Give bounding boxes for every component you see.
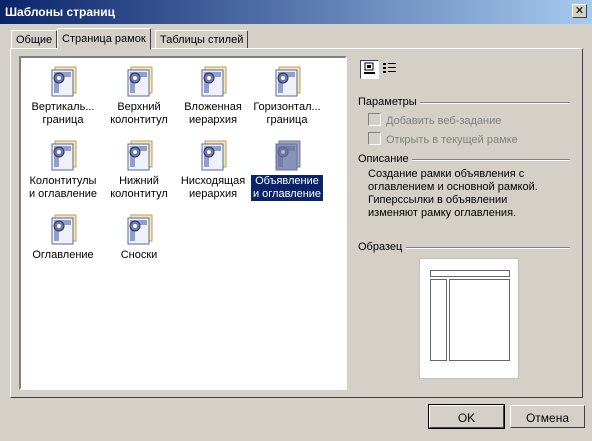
template-label: Вложенная иерархия xyxy=(184,101,242,126)
large-icons-view-button[interactable] xyxy=(360,60,379,79)
frame-page-icon xyxy=(275,140,301,171)
frame-page-icon xyxy=(51,66,77,97)
params-title: Параметры xyxy=(358,96,417,108)
close-button[interactable]: ✕ xyxy=(572,4,587,18)
template-label: Верхний колонтитул xyxy=(110,101,168,126)
template-list[interactable]: Вертикаль... граница Верхний колонтитул Вл… xyxy=(19,56,347,390)
open-in-frame-checkbox[interactable]: Открыть в текущей рамке xyxy=(368,132,518,146)
list-view-button[interactable] xyxy=(381,60,400,79)
template-item[interactable]: Сноски xyxy=(101,212,177,262)
params-divider xyxy=(420,102,570,104)
frame-page-icon xyxy=(201,140,227,171)
large-icons-view-icon xyxy=(364,62,375,74)
template-label: Колонтитулы и оглавление xyxy=(28,175,98,200)
ok-button[interactable]: OK xyxy=(428,404,505,429)
add-web-task-label: Добавить веб-задание xyxy=(386,115,502,127)
preview-toc-frame xyxy=(430,279,447,361)
frame-page-icon xyxy=(127,214,153,245)
window-title: Шаблоны страниц xyxy=(5,5,116,19)
tab-general[interactable]: Общие xyxy=(11,30,58,49)
template-label: Оглавление xyxy=(32,249,94,261)
frame-page-icon xyxy=(275,66,301,97)
template-label: Горизонтал... граница xyxy=(253,101,321,126)
template-item-selected[interactable]: Объявление и оглавление xyxy=(249,138,325,201)
description-text: Создание рамки объявления с оглавлением … xyxy=(368,168,538,219)
preview-main-frame xyxy=(449,279,510,361)
frame-page-icon xyxy=(51,140,77,171)
template-item[interactable]: Оглавление xyxy=(25,212,101,262)
template-label: Нисходящая иерархия xyxy=(180,175,246,200)
frame-page-icon xyxy=(51,214,77,245)
template-item[interactable]: Нисходящая иерархия xyxy=(175,138,251,201)
tab-style-sheets[interactable]: Таблицы стилей xyxy=(155,30,249,49)
frame-page-icon xyxy=(127,140,153,171)
template-item[interactable]: Вертикаль... граница xyxy=(25,64,101,127)
description-title: Описание xyxy=(358,153,409,165)
template-label: Нижний колонтитул xyxy=(110,175,168,200)
template-item[interactable]: Верхний колонтитул xyxy=(101,64,177,127)
template-item[interactable]: Колонтитулы и оглавление xyxy=(25,138,101,201)
sample-title: Образец xyxy=(358,241,403,253)
frame-page-icon xyxy=(127,66,153,97)
checkbox-box xyxy=(368,113,381,126)
description-divider xyxy=(412,159,570,161)
template-label: Сноски xyxy=(120,249,158,261)
template-item[interactable]: Нижний колонтитул xyxy=(101,138,177,201)
template-item[interactable]: Горизонтал... граница xyxy=(249,64,325,127)
template-label: Вертикаль... граница xyxy=(31,101,95,126)
title-bar: Шаблоны страниц ✕ xyxy=(0,0,592,24)
cancel-button[interactable]: Отмена xyxy=(510,405,585,428)
list-view-icon xyxy=(383,63,396,73)
sample-preview xyxy=(419,258,519,379)
checkbox-box xyxy=(368,132,381,145)
template-label: Объявление и оглавление xyxy=(250,175,324,201)
tab-frame-pages[interactable]: Страница рамок xyxy=(57,28,151,50)
frame-page-icon xyxy=(201,66,227,97)
sample-divider xyxy=(406,247,570,249)
add-web-task-checkbox[interactable]: Добавить веб-задание xyxy=(368,113,501,127)
open-in-frame-label: Открыть в текущей рамке xyxy=(386,134,518,146)
preview-top-frame xyxy=(430,270,510,277)
template-item[interactable]: Вложенная иерархия xyxy=(175,64,251,127)
